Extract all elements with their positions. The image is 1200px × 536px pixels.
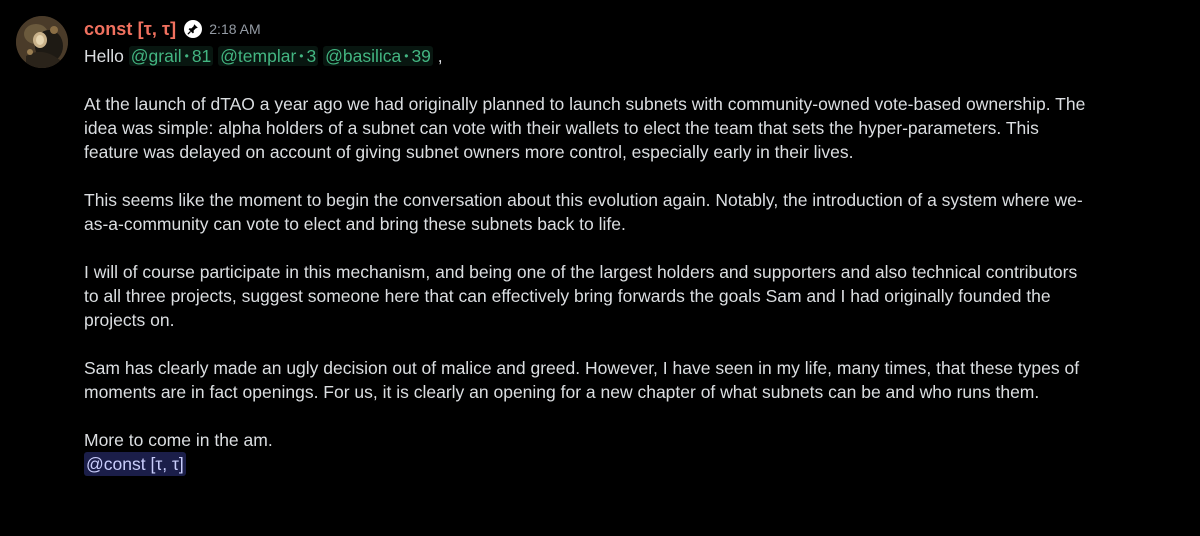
paragraph-1: At the launch of dTAO a year ago we had … xyxy=(84,92,1184,164)
avatar-image xyxy=(16,16,68,68)
paragraph-4: Sam has clearly made an ugly decision ou… xyxy=(84,356,1184,404)
paragraph-3: I will of course participate in this mec… xyxy=(84,260,1184,332)
greeting-prefix: Hello xyxy=(84,46,124,66)
paragraph-line: I will of course participate in this mec… xyxy=(84,262,1078,282)
user-mention-const[interactable]: @const [τ, τ] xyxy=(84,452,186,476)
signature-line: @const [τ, τ] xyxy=(84,452,1184,476)
role-mention-name: @templar xyxy=(220,46,297,66)
paragraph-2: This seems like the moment to begin the … xyxy=(84,188,1184,236)
timestamp[interactable]: 2:18 AM xyxy=(209,21,260,37)
role-mention-count: 81 xyxy=(191,46,212,66)
closing-line: More to come in the am. xyxy=(84,430,273,450)
paragraph-line: moments are in fact openings. For us, it… xyxy=(84,382,1040,402)
author-name[interactable]: const [τ, τ] xyxy=(84,19,176,40)
role-mention-count: 3 xyxy=(306,46,317,66)
avatar[interactable] xyxy=(16,16,68,68)
paragraph-line: This seems like the moment to begin the … xyxy=(84,190,1083,210)
role-mention-count: 39 xyxy=(411,46,431,66)
pin-badge-icon xyxy=(184,20,203,38)
paragraph-line: as-a-community can vote to elect and bri… xyxy=(84,214,626,234)
paragraph-line: At the launch of dTAO a year ago we had … xyxy=(84,94,1086,114)
closing-block: More to come in the am. @const [τ, τ] xyxy=(84,428,1184,476)
paragraph-line: Sam has clearly made an ugly decision ou… xyxy=(84,358,1080,378)
message-header: const [τ, τ] 2:18 AM xyxy=(84,16,1184,42)
greeting-line: Hello @grail • 81 @templar • 3 @basilica • 39 … xyxy=(84,44,1184,68)
dot-separator: • xyxy=(299,49,304,63)
role-mention-basilica[interactable]: @basilica • 39 xyxy=(323,46,433,66)
role-mention-name: @grail xyxy=(130,46,182,66)
role-mention-name: @basilica xyxy=(325,46,402,66)
paragraph-line: feature was delayed on account of giving… xyxy=(84,142,854,162)
paragraph-line: to all three projects, suggest someone h… xyxy=(84,286,1051,306)
paragraph-line: projects on. xyxy=(84,310,175,330)
paragraph-line: idea was simple: alpha holders of a subn… xyxy=(84,118,1039,138)
message-content: const [τ, τ] 2:18 AM Hello @grail • 81 @te… xyxy=(84,16,1184,476)
chat-message: const [τ, τ] 2:18 AM Hello @grail • 81 @te… xyxy=(0,0,1200,536)
dot-separator: • xyxy=(404,49,409,63)
role-mention-grail[interactable]: @grail • 81 xyxy=(128,46,214,66)
message-body: Hello @grail • 81 @templar • 3 @basilica • 39 … xyxy=(84,44,1184,476)
dot-separator: • xyxy=(184,49,189,63)
greeting-suffix: , xyxy=(437,46,443,66)
role-mention-templar[interactable]: @templar • 3 xyxy=(218,46,319,66)
